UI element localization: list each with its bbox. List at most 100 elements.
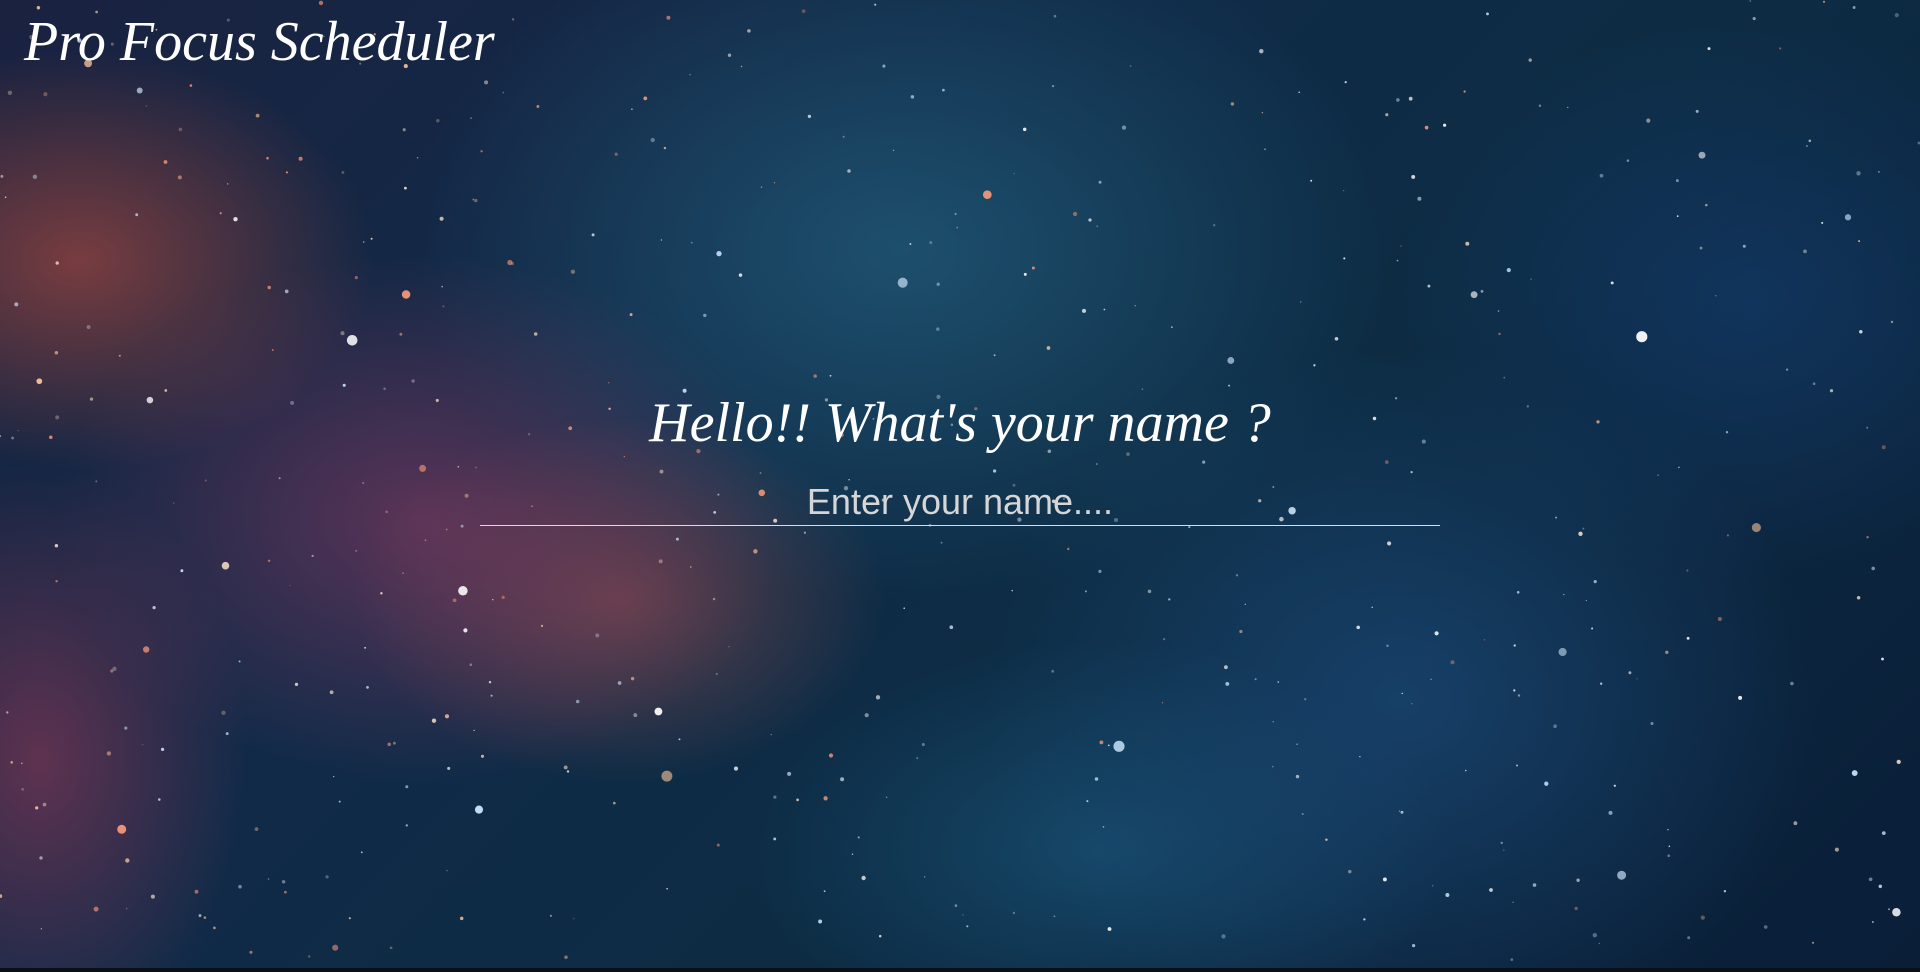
star-dot xyxy=(733,766,739,771)
star-dot xyxy=(1558,647,1567,657)
star-dot xyxy=(1254,678,1257,681)
star-dot xyxy=(536,105,540,108)
star-dot xyxy=(1277,681,1280,683)
star-dot xyxy=(1856,596,1861,600)
star-dot xyxy=(864,713,869,718)
star-dot xyxy=(1051,84,1055,88)
star-dot xyxy=(189,84,193,87)
star-dot xyxy=(1872,921,1874,923)
star-dot xyxy=(238,660,241,663)
star-dot xyxy=(141,743,144,746)
star-dot xyxy=(1844,214,1852,221)
star-dot xyxy=(1598,942,1601,945)
star-dot xyxy=(118,354,121,357)
star-dot xyxy=(21,787,24,791)
star-dot xyxy=(1779,47,1782,50)
star-dot xyxy=(1134,305,1136,307)
star-dot xyxy=(1544,781,1549,786)
star-dot xyxy=(1396,259,1399,262)
star-dot xyxy=(1363,918,1366,921)
star-dot xyxy=(1088,218,1092,222)
star-dot xyxy=(1410,702,1413,705)
star-dot xyxy=(1299,301,1302,303)
star-dot xyxy=(354,276,358,280)
star-dot xyxy=(480,754,485,758)
star-dot xyxy=(469,663,473,666)
star-dot xyxy=(1259,49,1264,54)
star-dot xyxy=(227,183,229,185)
star-dot xyxy=(284,890,287,894)
star-dot xyxy=(1171,326,1173,328)
star-dot xyxy=(1342,189,1345,192)
star-dot xyxy=(219,212,222,215)
star-dot xyxy=(1053,915,1056,918)
star-dot xyxy=(1563,593,1565,596)
star-dot xyxy=(1411,174,1416,179)
star-dot xyxy=(1785,368,1789,371)
star-dot xyxy=(1161,702,1164,704)
star-dot xyxy=(475,466,477,469)
star-dot xyxy=(1856,171,1861,176)
star-dot xyxy=(1432,885,1434,887)
star-dot xyxy=(436,119,440,123)
star-dot xyxy=(266,156,269,160)
star-dot xyxy=(204,479,207,482)
star-dot xyxy=(332,944,339,951)
star-dot xyxy=(1532,883,1537,887)
star-dot xyxy=(490,694,493,697)
star-dot xyxy=(112,666,117,671)
name-question-heading: Hello!! What's your name ? xyxy=(649,392,1271,454)
star-dot xyxy=(1086,800,1089,803)
star-dot xyxy=(1613,784,1616,787)
star-dot xyxy=(35,806,39,810)
star-dot xyxy=(21,762,23,765)
star-dot xyxy=(1445,893,1450,897)
star-dot xyxy=(488,680,492,684)
star-dot xyxy=(1102,826,1105,828)
name-input[interactable] xyxy=(480,478,1440,526)
star-dot xyxy=(424,539,427,542)
star-dot xyxy=(160,747,165,752)
star-dot xyxy=(663,146,667,150)
star-dot xyxy=(903,607,906,610)
star-dot xyxy=(1578,531,1583,536)
star-dot xyxy=(566,770,570,773)
star-dot xyxy=(1244,603,1247,606)
star-dot xyxy=(1698,151,1706,159)
star-dot xyxy=(362,241,365,243)
star-dot xyxy=(740,65,743,68)
star-dot xyxy=(411,379,415,383)
star-dot xyxy=(897,277,908,288)
star-dot xyxy=(405,824,408,827)
star-dot xyxy=(1808,139,1812,143)
star-dot xyxy=(150,894,155,899)
star-dot xyxy=(575,699,580,704)
star-dot xyxy=(1678,466,1680,469)
star-dot xyxy=(446,869,448,872)
star-dot xyxy=(1188,526,1191,529)
star-dot xyxy=(661,770,673,782)
star-dot xyxy=(318,0,324,6)
star-dot xyxy=(1401,692,1403,695)
star-dot xyxy=(1726,534,1729,537)
star-dot xyxy=(1296,743,1298,745)
star-dot xyxy=(966,925,969,928)
star-dot xyxy=(1310,179,1313,182)
star-dot xyxy=(753,549,758,554)
star-dot xyxy=(135,213,139,217)
star-dot xyxy=(595,633,600,638)
star-dot xyxy=(1295,774,1300,779)
star-dot xyxy=(1812,382,1816,386)
star-dot xyxy=(1103,308,1106,311)
star-dot xyxy=(1313,364,1316,367)
star-dot xyxy=(93,906,99,912)
star-dot xyxy=(813,374,817,378)
star-dot xyxy=(444,714,450,719)
star-dot xyxy=(1168,598,1171,601)
star-dot xyxy=(385,510,389,514)
star-dot xyxy=(460,524,464,528)
star-dot xyxy=(612,801,616,805)
star-dot xyxy=(617,681,622,685)
star-dot xyxy=(1512,901,1514,903)
star-dot xyxy=(42,802,47,807)
